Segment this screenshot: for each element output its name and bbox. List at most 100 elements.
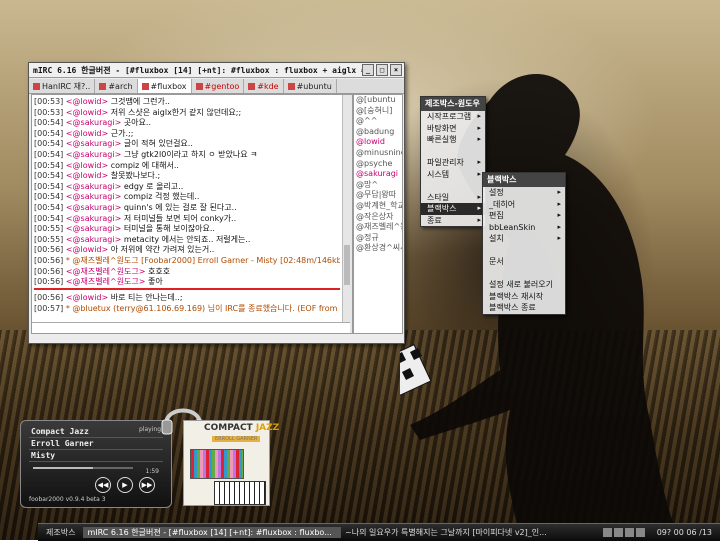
menu-item-label: 시작프로그램	[427, 112, 472, 121]
nick-list-item[interactable]: @박계현_학교	[354, 201, 402, 212]
message-nick[interactable]: <@lowid>	[66, 245, 108, 254]
menu-item	[421, 180, 485, 192]
message-scrollbar[interactable]	[342, 95, 352, 333]
message-text: 저위 스샷은 aiglx한거 같지 않던데요;;	[108, 107, 242, 117]
message-nick[interactable]: <@sakuragi>	[66, 192, 121, 201]
tray-icon[interactable]	[613, 528, 623, 537]
channel-tab[interactable]: #ubuntu	[284, 79, 337, 93]
menu-item[interactable]: 종료 ▸	[421, 215, 485, 227]
play-icon[interactable]: ▶	[117, 477, 133, 493]
nick-list-item[interactable]: @minusnine^L	[354, 148, 402, 159]
message-nick[interactable]: <@sakuragi>	[66, 224, 121, 233]
message-text: 그냥 gtk2l0이라고 하지 ㅇ 받았나요 ㅋ	[121, 149, 258, 159]
blackbox-submenu[interactable]: 블랙박스 설정 ▸ _데히어 ▸ 편집 ▸ bbLeanSkin ▸ 설치 ▸ 문서 설정 새로 불러…	[482, 172, 566, 315]
maximize-icon[interactable]: □	[376, 64, 388, 76]
elapsed-time: 1:59	[145, 468, 159, 475]
scrollbar-thumb[interactable]	[344, 245, 350, 285]
nick-list-item[interactable]: @작은상자	[354, 212, 402, 223]
menu-item[interactable]: 블랙박스 ▸	[421, 203, 485, 215]
nick-list-item[interactable]: @무답|왕따	[354, 190, 402, 201]
mirc-titlebar[interactable]: mIRC 6.16 한글버젼 - [#fluxbox [14] [+nt]: #…	[29, 63, 404, 78]
track-name: Misty	[29, 450, 163, 462]
seek-bar[interactable]	[33, 467, 133, 469]
nick-list-item[interactable]: @망^	[354, 180, 402, 191]
message-nick[interactable]: <@lowid>	[66, 129, 108, 138]
nick-list-item[interactable]: @sakuragi	[354, 169, 402, 180]
menu-item[interactable]: 시스템 ▸	[421, 169, 485, 181]
message-text: 글이 적혀 있던걸요..	[121, 139, 193, 149]
message-nick[interactable]: <@lowid>	[66, 161, 108, 170]
nick-list-item[interactable]: @[ubuntu	[354, 95, 402, 106]
close-icon[interactable]: ×	[390, 64, 402, 76]
nick-list-item[interactable]: @lowid	[354, 137, 402, 148]
message-line: [00:54] <@sakuragi> 글이 적혀 있던걸요..	[34, 139, 340, 150]
message-nick[interactable]: <@재즈벨레^원도그>	[66, 277, 146, 286]
menu-item[interactable]: 스타일 ▸	[421, 192, 485, 204]
chevron-right-icon: ▸	[557, 234, 561, 242]
menu-item[interactable]: 시작프로그램 ▸	[421, 111, 485, 123]
message-nick[interactable]: <@lowid>	[66, 108, 108, 117]
channel-tab[interactable]: HanIRC 재?..	[29, 79, 96, 93]
message-line: [00:54] <@sakuragi> edgy 로 올리고..	[34, 182, 340, 193]
chevron-right-icon: ▸	[477, 123, 481, 132]
menu-item[interactable]: 블랙박스 종료	[483, 302, 565, 314]
message-nick[interactable]: <@lowid>	[66, 293, 108, 302]
channel-tab[interactable]: #kde	[244, 79, 284, 93]
channel-icon	[141, 82, 149, 90]
nick-list-item[interactable]: @^^	[354, 116, 402, 127]
message-nick[interactable]: <@lowid>	[66, 97, 108, 106]
message-nick[interactable]: <@재즈벨레^원도그>	[66, 267, 146, 276]
menu-item[interactable]: 설정 새로 불러오기	[483, 279, 565, 291]
task-browser[interactable]: ~나의 일요우가 특별해지는 그날까지 [마이피다넷 v2]_인...	[341, 527, 599, 538]
menu-item[interactable]: 문서	[483, 256, 565, 268]
nick-list-item[interactable]: @[숭혀니]	[354, 106, 402, 117]
channel-tab[interactable]: #arch	[95, 79, 138, 93]
menu-item-label: _데히어	[489, 199, 516, 209]
minimize-icon[interactable]: _	[362, 64, 374, 76]
menu-item-label: 종료	[427, 215, 442, 225]
menu-item[interactable]: 파일관리자 ▸	[421, 157, 485, 169]
album-art-title-b: JAZZ	[255, 423, 280, 433]
message-nick[interactable]: <@sakuragi>	[66, 203, 121, 212]
next-icon[interactable]: ▶▶	[139, 477, 155, 493]
mirc-window[interactable]: mIRC 6.16 한글버젼 - [#fluxbox [14] [+nt]: #…	[28, 62, 405, 344]
tray-icon[interactable]	[624, 528, 634, 537]
message-timestamp: [00:56]	[34, 293, 64, 302]
menu-item[interactable]: _데히어 ▸	[483, 199, 565, 211]
chevron-right-icon: ▸	[557, 199, 561, 208]
message-nick[interactable]: <@sakuragi>	[66, 150, 121, 159]
message-nick[interactable]: <@lowid>	[66, 171, 108, 180]
channel-tab[interactable]: #gentoo	[192, 79, 245, 93]
menu-item[interactable]: 편집 ▸	[483, 210, 565, 222]
channel-text-area[interactable]: [00:53] <@lowid> 그것땜에 그런가.. [00:53] <@low…	[31, 94, 353, 334]
menu-item[interactable]: 빠른실행 ▸	[421, 134, 485, 146]
message-nick[interactable]: <@sakuragi>	[66, 139, 121, 148]
nick-list-item[interactable]: @psyche	[354, 159, 402, 170]
menu-item[interactable]: 바탕화면 ▸	[421, 123, 485, 135]
nick-list-item[interactable]: @정규	[354, 233, 402, 244]
message-line: [00:54] <@sakuragi> quinn's 에 있는 걸로 잘 된다…	[34, 203, 340, 214]
message-input[interactable]	[32, 322, 350, 333]
nick-list[interactable]: @[ubuntu@[숭혀니]@^^@badung@lowid@minusnine…	[353, 94, 403, 334]
channel-tabs: HanIRC 재?.. #arch #fluxbox #gentoo #kde #ubun…	[29, 79, 404, 94]
nick-list-item[interactable]: @환상경^씨샤	[354, 243, 402, 254]
message-nick[interactable]: <@sakuragi>	[66, 118, 121, 127]
menu-item[interactable]: 설정 ▸	[483, 187, 565, 199]
workspace-name[interactable]: 제조박스	[38, 527, 83, 538]
channel-icon	[195, 82, 203, 90]
channel-tab[interactable]: #fluxbox	[137, 79, 192, 93]
previous-icon[interactable]: ◀◀	[95, 477, 111, 493]
menu-item-label: 바탕화면	[427, 123, 457, 133]
message-nick[interactable]: <@sakuragi>	[66, 182, 121, 191]
task-mirc[interactable]: mIRC 6.16 한글버젼 - [#fluxbox [14] [+nt]: #…	[83, 527, 342, 538]
menu-item[interactable]: bbLeanSkin ▸	[483, 222, 565, 234]
nick-list-item[interactable]: @badung	[354, 127, 402, 138]
menu-item[interactable]: 설치 ▸	[483, 233, 565, 245]
root-menu[interactable]: 제조박스-원도우 시작프로그램 ▸ 바탕화면 ▸ 빠른실행 ▸ 파일관리자 ▸ 시스템 ▸ 스타일 ▸…	[420, 96, 486, 227]
tray-icon[interactable]	[635, 528, 645, 537]
message-nick[interactable]: <@sakuragi>	[66, 235, 121, 244]
tray-icon[interactable]	[602, 528, 612, 537]
message-nick[interactable]: <@sakuragi>	[66, 214, 121, 223]
nick-list-item[interactable]: @재즈벨레^원	[354, 222, 402, 233]
menu-item[interactable]: 블랙박스 재시작	[483, 291, 565, 303]
